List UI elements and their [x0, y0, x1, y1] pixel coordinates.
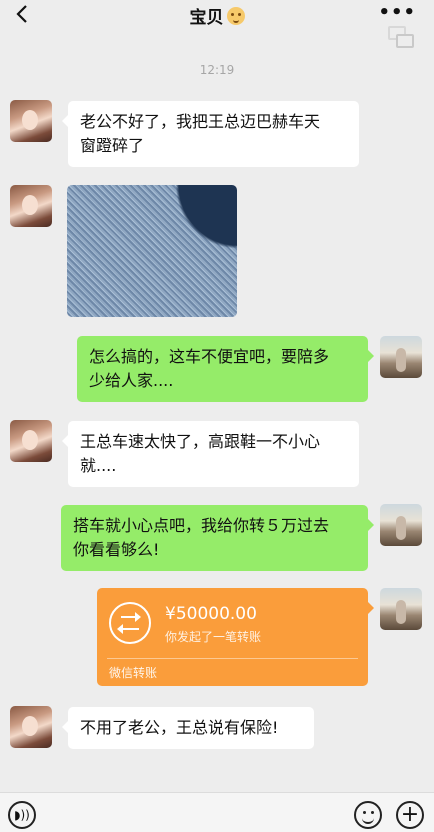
more-options-button[interactable]: •••: [378, 2, 416, 23]
contact-avatar[interactable]: [10, 420, 52, 462]
message-line: 窗蹬碎了: [80, 136, 145, 155]
chat-title: 宝贝: [0, 3, 434, 28]
message-line: 就....: [80, 456, 117, 475]
shattered-glass-photo[interactable]: [67, 185, 237, 317]
transfer-footer: 微信转账: [109, 666, 158, 680]
floating-window-icon[interactable]: [388, 26, 416, 48]
emoji-icon[interactable]: [354, 801, 382, 829]
message-line: 你看看够么!: [73, 540, 160, 559]
plus-icon[interactable]: +: [396, 801, 424, 829]
baby-face-emoji-icon: [226, 7, 245, 25]
transfer-divider: [107, 658, 358, 659]
message-bubble-received[interactable]: 老公不好了，我把王总迈巴赫车天 窗蹬碎了: [62, 101, 359, 167]
contact-avatar[interactable]: [10, 706, 52, 748]
my-avatar[interactable]: [380, 504, 422, 546]
wechat-transfer-card[interactable]: ¥50000.00 你发起了一笔转账 微信转账: [97, 588, 374, 686]
message-bubble-received[interactable]: 王总车速太快了，高跟鞋一不小心 就....: [62, 421, 359, 487]
transfer-amount: ¥50000.00: [165, 604, 257, 624]
message-line: 不用了老公，王总说有保险!: [80, 718, 279, 737]
voice-icon[interactable]: ◗)): [8, 801, 36, 829]
my-avatar[interactable]: [380, 336, 422, 378]
message-timestamp: 12:19: [199, 63, 235, 77]
transfer-arrows-icon: [109, 602, 151, 644]
my-avatar[interactable]: [380, 588, 422, 630]
contact-avatar[interactable]: [10, 100, 52, 142]
input-toolbar: ◗)) +: [0, 792, 434, 832]
contact-name: 宝贝: [189, 8, 224, 28]
message-bubble-sent[interactable]: 怎么搞的，这车不便宜吧，要陪多 少给人家....: [77, 336, 374, 402]
message-line: 怎么搞的，这车不便宜吧，要陪多: [89, 347, 330, 366]
message-line: 少给人家....: [89, 371, 174, 390]
message-bubble-received[interactable]: 不用了老公，王总说有保险!: [62, 707, 314, 749]
contact-avatar[interactable]: [10, 185, 52, 227]
chat-header: 宝贝 •••: [0, 0, 434, 48]
message-bubble-sent[interactable]: 搭车就小心点吧，我给你转５万过去 你看看够么!: [61, 505, 374, 571]
message-line: 王总车速太快了，高跟鞋一不小心: [80, 432, 321, 451]
transfer-description: 你发起了一笔转账: [165, 630, 262, 644]
message-line: 搭车就小心点吧，我给你转５万过去: [73, 516, 330, 535]
message-line: 老公不好了，我把王总迈巴赫车天: [80, 112, 321, 131]
